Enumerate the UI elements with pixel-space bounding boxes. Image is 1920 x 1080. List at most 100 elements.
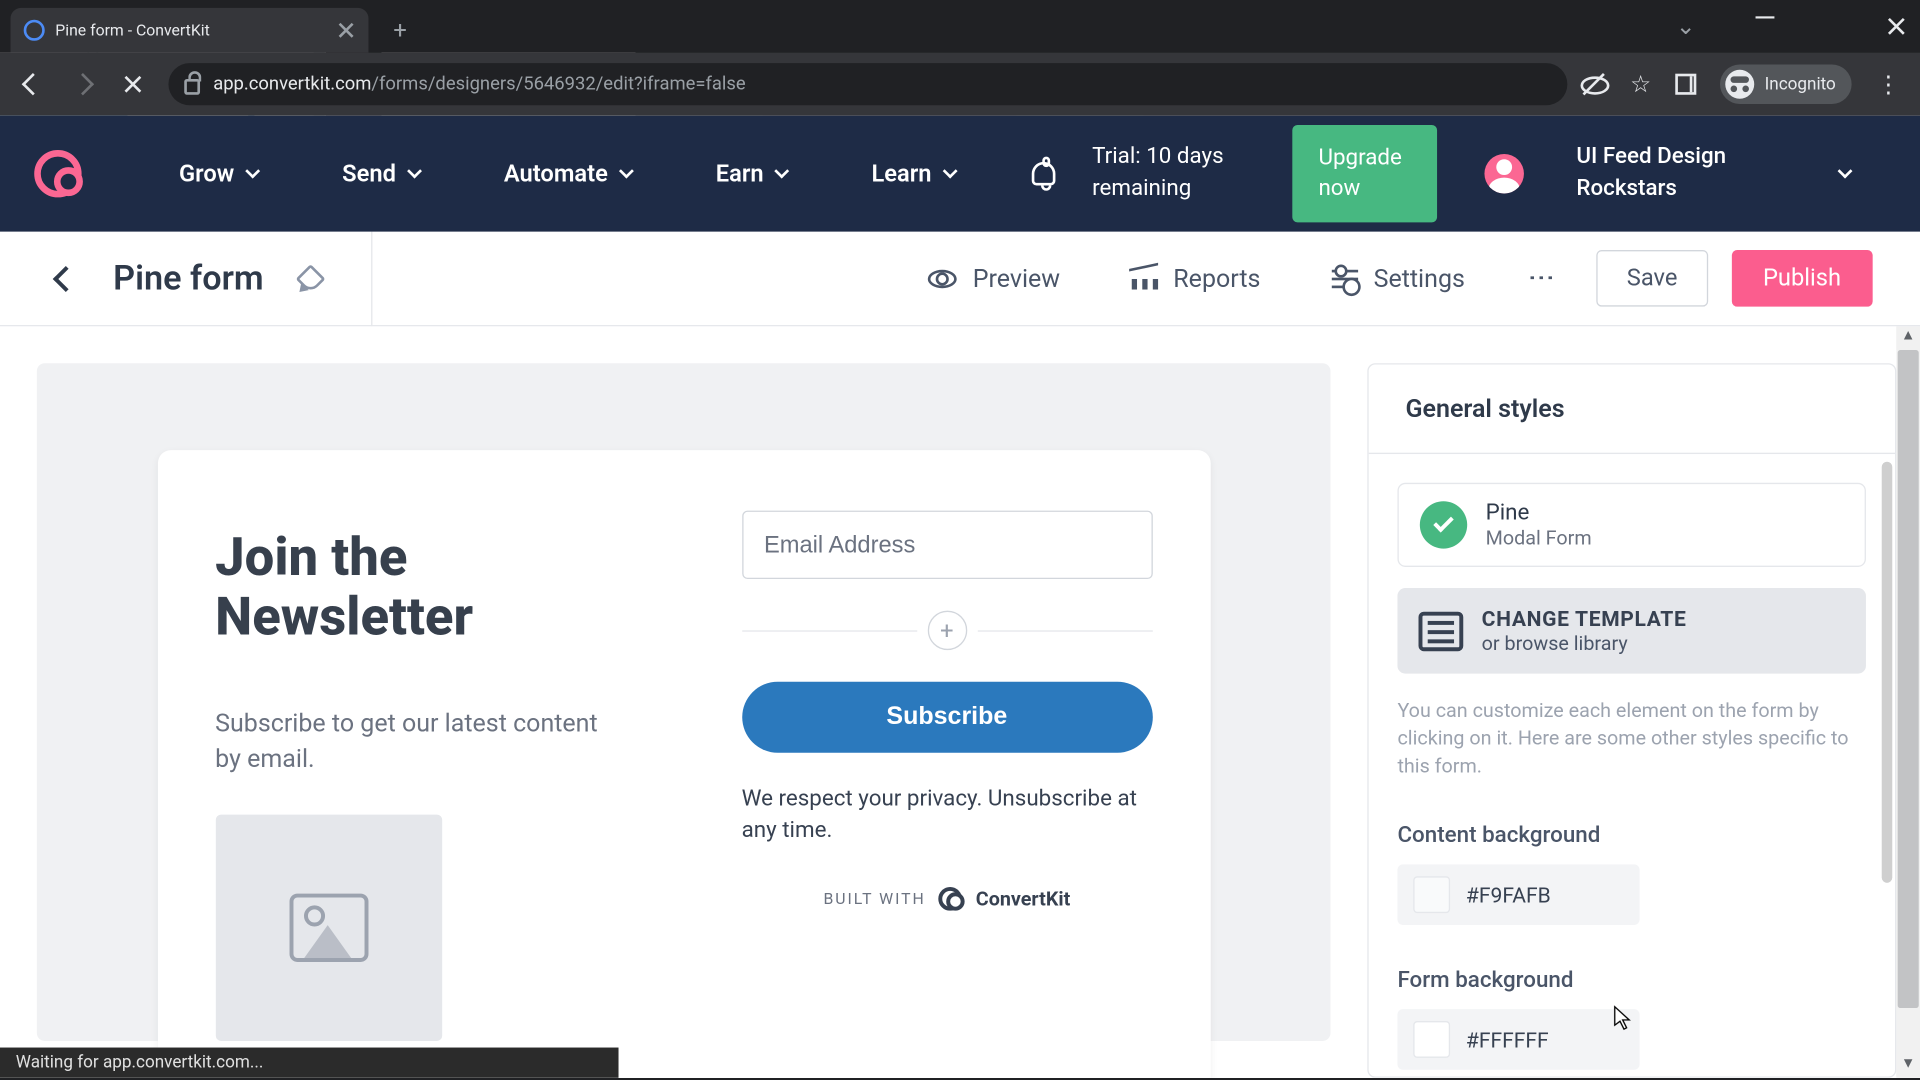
form-bg-input[interactable]: #FFFFFF (1398, 1009, 1640, 1070)
chevron-down-icon (943, 164, 958, 179)
form-left-pane[interactable]: Join theNewsletter Subscribe to get our … (157, 450, 683, 1078)
add-field-divider: + (742, 611, 1153, 650)
convertkit-logo-icon[interactable] (34, 150, 81, 197)
mouse-cursor-icon (1613, 1005, 1631, 1031)
panel-title: General styles (1369, 365, 1895, 453)
form-preview-card[interactable]: Join theNewsletter Subscribe to get our … (157, 450, 1210, 1078)
edit-pencil-icon[interactable] (296, 263, 326, 293)
built-with-label: BUILT WITH (823, 889, 925, 907)
window-minimize-icon[interactable]: — (1749, 3, 1781, 35)
bookmark-star-icon[interactable]: ☆ (1630, 70, 1651, 98)
address-bar[interactable]: app.convertkit.com/forms/designers/56469… (168, 63, 1567, 105)
panel-help-text: You can customize each element on the fo… (1398, 697, 1866, 780)
sliders-icon (1331, 269, 1357, 287)
reports-button[interactable]: Reports (1107, 263, 1284, 293)
privacy-text[interactable]: We respect your privacy. Unsubscribe at … (742, 784, 1153, 847)
browser-tab-strip: Pine form - ConvertKit + ⌄ — (0, 0, 1920, 53)
form-right-pane[interactable]: + Subscribe We respect your privacy. Uns… (684, 450, 1210, 1078)
tab-favicon (24, 20, 45, 41)
subscribe-button[interactable]: Subscribe (742, 682, 1153, 753)
upgrade-button[interactable]: Upgrade now (1292, 125, 1437, 222)
panel-scrollbar[interactable] (1882, 462, 1893, 883)
tab-title: Pine form - ConvertKit (55, 21, 209, 39)
notifications-bell-icon[interactable] (1032, 162, 1056, 186)
nav-grow[interactable]: Grow (139, 160, 297, 188)
url-path: /forms/designers/5646932/edit?iframe=fal… (371, 74, 745, 95)
url-domain: app.convertkit.com (213, 74, 371, 95)
avatar[interactable] (1484, 154, 1523, 193)
scroll-up-arrow-icon[interactable]: ▲ (1896, 326, 1920, 350)
template-type: Modal Form (1486, 526, 1592, 550)
browser-forward-button[interactable] (61, 62, 106, 107)
nav-send[interactable]: Send (303, 160, 459, 188)
current-template-card[interactable]: Pine Modal Form (1398, 483, 1866, 567)
nav-automate[interactable]: Automate (464, 160, 671, 188)
new-tab-button[interactable]: + (382, 12, 419, 49)
email-field[interactable] (742, 511, 1153, 579)
form-subheading[interactable]: Subscribe to get our latest content by e… (215, 705, 610, 778)
form-title: Pine form (113, 259, 263, 298)
browser-stop-button[interactable] (111, 62, 156, 107)
window-controls: ⌄ — (1670, 11, 1912, 43)
browser-toolbar: app.convertkit.com/forms/designers/56469… (0, 53, 1920, 116)
scroll-down-arrow-icon[interactable]: ▼ (1896, 1054, 1920, 1078)
panel-body[interactable]: Pine Modal Form CHANGE TEMPLATE or brows… (1369, 453, 1895, 1077)
tab-search-chevron-icon[interactable]: ⌄ (1670, 11, 1702, 43)
preview-button[interactable]: Preview (904, 263, 1083, 293)
content-bg-input[interactable]: #F9FAFB (1398, 865, 1640, 926)
form-canvas: Join theNewsletter Subscribe to get our … (0, 326, 1367, 1077)
main-area: Join theNewsletter Subscribe to get our … (0, 326, 1920, 1077)
window-maximize-icon[interactable] (1815, 11, 1847, 43)
form-bg-label: Form background (1398, 967, 1866, 993)
convertkit-mark-icon (939, 886, 963, 910)
form-bg-swatch[interactable] (1413, 1021, 1450, 1058)
trial-status: Trial: 10 days remaining (1092, 142, 1263, 205)
publish-button[interactable]: Publish (1731, 250, 1872, 307)
browser-tab-active[interactable]: Pine form - ConvertKit (11, 8, 369, 53)
browser-status-bar: Waiting for app.convertkit.com... (0, 1048, 619, 1078)
content-bg-label: Content background (1398, 823, 1866, 849)
incognito-icon (1725, 70, 1754, 99)
page-scrollbar-track[interactable]: ▲ ▼ (1896, 326, 1920, 1077)
app-header: Grow Send Automate Earn Learn Trial: 10 … (0, 116, 1920, 232)
page-scrollbar-thumb[interactable] (1898, 350, 1919, 1008)
settings-button[interactable]: Settings (1308, 263, 1489, 293)
convertkit-wordmark: ConvertKit (976, 886, 1071, 910)
eye-icon (928, 269, 957, 287)
chevron-down-icon (407, 164, 422, 179)
form-heading[interactable]: Join theNewsletter (215, 529, 626, 647)
window-close-icon[interactable] (1881, 11, 1913, 43)
add-field-button[interactable]: + (927, 611, 966, 650)
browser-menu-icon[interactable]: ⋮ (1875, 70, 1901, 98)
app-root: Grow Send Automate Earn Learn Trial: 10 … (0, 116, 1920, 1078)
form-bg-value: #FFFFFF (1466, 1027, 1549, 1052)
tracking-blocked-icon[interactable] (1580, 71, 1606, 97)
chart-icon (1131, 268, 1157, 289)
incognito-badge[interactable]: Incognito (1720, 64, 1852, 103)
image-icon (289, 893, 368, 961)
image-placeholder[interactable] (215, 814, 441, 1040)
check-circle-icon (1420, 501, 1467, 548)
styles-panel: General styles Pine Modal Form (1367, 326, 1920, 1077)
side-panel-icon[interactable] (1675, 74, 1696, 95)
form-toolbar: Pine form Preview Reports Settings ⋮ Sav… (0, 232, 1920, 327)
chevron-down-icon (619, 164, 634, 179)
back-button[interactable] (47, 260, 84, 297)
incognito-label: Incognito (1765, 74, 1836, 94)
account-chevron-down-icon[interactable] (1837, 164, 1852, 179)
chevron-down-icon (245, 164, 260, 179)
lock-icon (184, 79, 200, 95)
template-name: Pine (1486, 500, 1592, 526)
canvas-backdrop[interactable]: Join theNewsletter Subscribe to get our … (37, 363, 1331, 1041)
account-name[interactable]: UI Feed Design Rockstars (1576, 142, 1787, 205)
more-menu-icon[interactable]: ⋮ (1527, 248, 1559, 309)
built-with-badge[interactable]: BUILT WITH ConvertKit (742, 886, 1153, 910)
change-template-button[interactable]: CHANGE TEMPLATE or browse library (1398, 588, 1866, 674)
content-bg-swatch[interactable] (1413, 876, 1450, 913)
save-button[interactable]: Save (1597, 250, 1708, 307)
template-icon (1419, 611, 1464, 650)
nav-learn[interactable]: Learn (832, 160, 995, 188)
nav-earn[interactable]: Earn (676, 160, 826, 188)
close-tab-icon[interactable] (337, 21, 355, 39)
browser-back-button[interactable] (11, 62, 56, 107)
